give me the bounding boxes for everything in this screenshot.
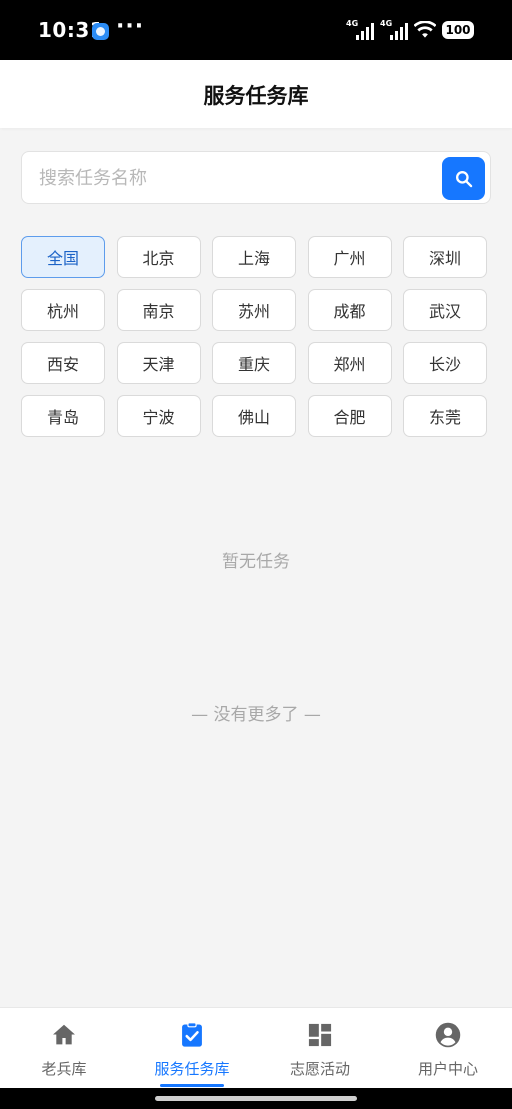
city-chip[interactable]: 苏州: [212, 289, 296, 331]
city-filter-grid: 全国 北京 上海 广州 深圳 杭州 南京 苏州 成都 武汉 西安 天津 重庆 郑…: [21, 236, 487, 437]
city-chip[interactable]: 重庆: [212, 342, 296, 384]
search-icon: [455, 170, 472, 187]
city-chip[interactable]: 北京: [116, 236, 201, 278]
city-chip[interactable]: 青岛: [21, 395, 105, 437]
status-indicators: 4G 4G 100: [346, 19, 474, 40]
tab-label: 服务任务库: [154, 1060, 230, 1078]
search-button[interactable]: [442, 157, 485, 200]
tab-label: 老兵库: [41, 1060, 87, 1078]
city-chip[interactable]: 长沙: [403, 342, 487, 384]
app-notification-icon: [92, 23, 109, 40]
city-chip[interactable]: 广州: [307, 236, 392, 278]
city-chip[interactable]: 西安: [21, 342, 105, 384]
battery-icon: 100: [442, 21, 474, 39]
status-bar: 10:31 ··· 4G 4G 100: [0, 0, 512, 60]
city-chip[interactable]: 郑州: [307, 342, 392, 384]
tab-label: 用户中心: [417, 1060, 478, 1078]
city-chip[interactable]: 宁波: [116, 395, 201, 437]
user-icon: [434, 1021, 462, 1049]
city-chip[interactable]: 天津: [116, 342, 201, 384]
city-chip[interactable]: 成都: [307, 289, 392, 331]
page-title: 服务任务库: [203, 84, 309, 108]
empty-state-text: 暂无任务: [222, 552, 290, 572]
no-more-text: — 没有更多了 —: [191, 705, 321, 725]
task-check-icon: [178, 1021, 206, 1049]
city-chip[interactable]: 深圳: [403, 236, 487, 278]
more-notifications-icon: ···: [116, 14, 145, 39]
bottom-tab-bar: 老兵库 服务任务库 志愿活动 用户中心: [0, 1007, 512, 1088]
network-type-label: 4G: [346, 19, 359, 28]
city-chip[interactable]: 上海: [212, 236, 296, 278]
active-tab-indicator: [160, 1084, 224, 1087]
cellular-signal-icon-2: 4G: [380, 19, 408, 40]
city-chip[interactable]: 合肥: [307, 395, 392, 437]
tab-service-tasks[interactable]: 服务任务库: [128, 1008, 256, 1088]
tab-user-center[interactable]: 用户中心: [384, 1008, 512, 1088]
dashboard-icon: [306, 1021, 334, 1049]
page-header: 服务任务库: [0, 60, 512, 128]
city-chip[interactable]: 杭州: [21, 289, 105, 331]
tab-volunteer-activities[interactable]: 志愿活动: [256, 1008, 384, 1088]
city-chip[interactable]: 武汉: [403, 289, 487, 331]
system-home-area: [0, 1088, 512, 1109]
network-type-label-2: 4G: [380, 19, 393, 28]
search-input[interactable]: [39, 165, 429, 191]
city-chip[interactable]: 全国: [21, 236, 105, 278]
tab-veterans[interactable]: 老兵库: [0, 1008, 128, 1088]
tab-label: 志愿活动: [289, 1060, 350, 1078]
city-chip[interactable]: 东莞: [403, 395, 487, 437]
search-bar: [21, 151, 491, 204]
city-chip[interactable]: 南京: [116, 289, 201, 331]
home-icon: [50, 1021, 78, 1049]
city-chip[interactable]: 佛山: [212, 395, 296, 437]
cellular-signal-icon: 4G: [346, 19, 374, 40]
home-indicator[interactable]: [155, 1096, 357, 1101]
wifi-icon: [414, 21, 436, 38]
